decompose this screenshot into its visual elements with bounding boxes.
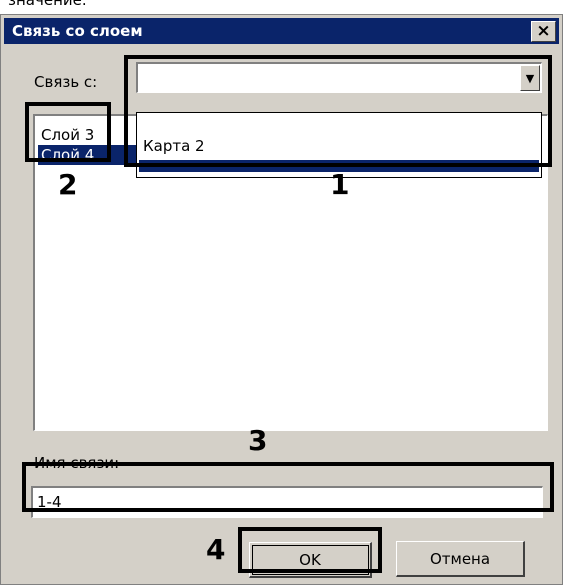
close-button[interactable]: × (531, 21, 556, 42)
partial-caption-text: значение. (8, 0, 87, 9)
title-bar[interactable]: Связь со слоем × (4, 18, 559, 44)
dialog-title: Связь со слоем (12, 22, 143, 40)
highlight-box-3 (22, 462, 554, 512)
annotation-number-2: 2 (58, 168, 78, 201)
highlight-box-2 (25, 102, 111, 162)
annotation-number-1: 1 (330, 168, 350, 201)
highlight-box-4 (238, 527, 382, 573)
highlight-box-1 (124, 55, 552, 167)
cancel-button[interactable]: Отмена (396, 541, 525, 577)
annotation-number-3: 3 (248, 424, 268, 457)
annotation-number-4: 4 (206, 533, 226, 566)
link-with-label: Связь с: (34, 73, 98, 91)
